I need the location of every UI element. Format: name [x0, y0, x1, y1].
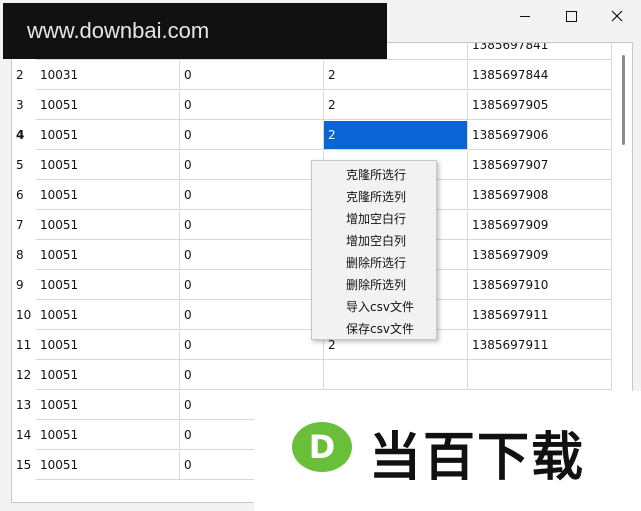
row-number[interactable]: 5	[12, 151, 36, 180]
table-cell[interactable]: 0	[180, 211, 324, 240]
table-cell[interactable]: 10051	[36, 451, 180, 480]
maximize-button[interactable]	[548, 0, 594, 32]
table-cell[interactable]: 1385697910	[468, 271, 612, 300]
table-cell[interactable]: 0	[180, 61, 324, 90]
row-number[interactable]: 7	[12, 211, 36, 240]
table-cell[interactable]: 0	[180, 241, 324, 270]
table-row[interactable]: 3 10051 0 2 1385697905	[12, 91, 612, 121]
brand-logo-letter: D	[309, 428, 336, 466]
table-cell[interactable]: 1385697909	[468, 241, 612, 270]
context-menu-item[interactable]: 克隆所选行	[312, 164, 436, 186]
table-cell[interactable]: 0	[180, 331, 324, 360]
context-menu-item[interactable]: 增加空白行	[312, 208, 436, 230]
table-cell[interactable]: 1385697909	[468, 211, 612, 240]
watermark-banner: www.downbai.com	[3, 3, 387, 59]
table-cell[interactable]: 10051	[36, 391, 180, 420]
table-cell[interactable]: 1385697908	[468, 181, 612, 210]
table-row[interactable]: 2 10031 0 2 1385697844	[12, 61, 612, 91]
table-row[interactable]: 4 10051 0 2 1385697906	[12, 121, 612, 151]
table-cell[interactable]: 10051	[36, 121, 180, 150]
close-button[interactable]	[594, 0, 640, 32]
table-cell[interactable]: 10051	[36, 181, 180, 210]
row-number[interactable]: 6	[12, 181, 36, 210]
table-cell[interactable]	[324, 361, 468, 390]
row-number[interactable]: 8	[12, 241, 36, 270]
minimize-button[interactable]	[502, 0, 548, 32]
table-cell[interactable]: 0	[180, 271, 324, 300]
table-cell[interactable]: 0	[180, 91, 324, 120]
row-number[interactable]: 13	[12, 391, 36, 420]
table-cell[interactable]: 10051	[36, 361, 180, 390]
minimize-icon	[520, 15, 530, 17]
table-cell[interactable]: 2	[324, 121, 468, 150]
context-menu-item[interactable]: 删除所选列	[312, 274, 436, 296]
context-menu-item[interactable]: 保存csv文件	[312, 318, 436, 340]
row-number[interactable]: 15	[12, 451, 36, 480]
table-cell[interactable]: 1385697905	[468, 91, 612, 120]
table-cell[interactable]: 10051	[36, 331, 180, 360]
context-menu-item[interactable]: 删除所选行	[312, 252, 436, 274]
row-number[interactable]: 4	[12, 121, 36, 150]
table-cell[interactable]: 0	[180, 361, 324, 390]
row-number[interactable]: 3	[12, 91, 36, 120]
context-menu-item[interactable]: 克隆所选列	[312, 186, 436, 208]
row-number[interactable]: 2	[12, 61, 36, 90]
table-cell[interactable]: 2	[324, 61, 468, 90]
row-number[interactable]: 14	[12, 421, 36, 450]
brand-logo-icon: D	[292, 422, 352, 472]
brand-name: 当百下载	[369, 428, 586, 488]
brand-watermark: D 当百下载	[254, 391, 641, 511]
table-cell[interactable]: 1385697911	[468, 301, 612, 330]
table-cell[interactable]: 1385697911	[468, 331, 612, 360]
table-cell[interactable]: 1385697844	[468, 61, 612, 90]
table-cell[interactable]: 0	[180, 181, 324, 210]
scrollbar-thumb[interactable]	[622, 55, 625, 145]
table-cell[interactable]: 10051	[36, 91, 180, 120]
table-cell[interactable]	[468, 361, 612, 390]
maximize-icon	[565, 10, 577, 22]
table-row[interactable]: 12 10051 0	[12, 361, 612, 391]
context-menu-item[interactable]: 增加空白列	[312, 230, 436, 252]
close-icon	[611, 10, 623, 22]
table-cell[interactable]: 10051	[36, 271, 180, 300]
table-cell[interactable]: 10051	[36, 421, 180, 450]
table-cell[interactable]: 1385697907	[468, 151, 612, 180]
table-cell[interactable]: 10051	[36, 151, 180, 180]
table-cell[interactable]: 0	[180, 121, 324, 150]
row-number[interactable]: 10	[12, 301, 36, 330]
table-cell[interactable]: 1385697841	[468, 43, 612, 60]
watermark-text: www.downbai.com	[27, 18, 210, 43]
context-menu: 克隆所选行 克隆所选列 增加空白行 增加空白列 删除所选行 删除所选列 导入csv文件 保存c…	[311, 160, 437, 340]
row-number[interactable]: 9	[12, 271, 36, 300]
table-cell[interactable]: 2	[324, 91, 468, 120]
table-cell[interactable]: 10031	[36, 61, 180, 90]
table-cell[interactable]: 1385697906	[468, 121, 612, 150]
table-cell[interactable]: 10051	[36, 241, 180, 270]
table-cell[interactable]: 0	[180, 151, 324, 180]
row-number[interactable]: 11	[12, 331, 36, 360]
table-cell[interactable]: 10051	[36, 211, 180, 240]
row-number[interactable]: 12	[12, 361, 36, 390]
table-cell[interactable]: 0	[180, 301, 324, 330]
table-cell[interactable]: 10051	[36, 301, 180, 330]
context-menu-item[interactable]: 导入csv文件	[312, 296, 436, 318]
app-window: 1102138569784121003102138569784431005102…	[0, 0, 641, 511]
